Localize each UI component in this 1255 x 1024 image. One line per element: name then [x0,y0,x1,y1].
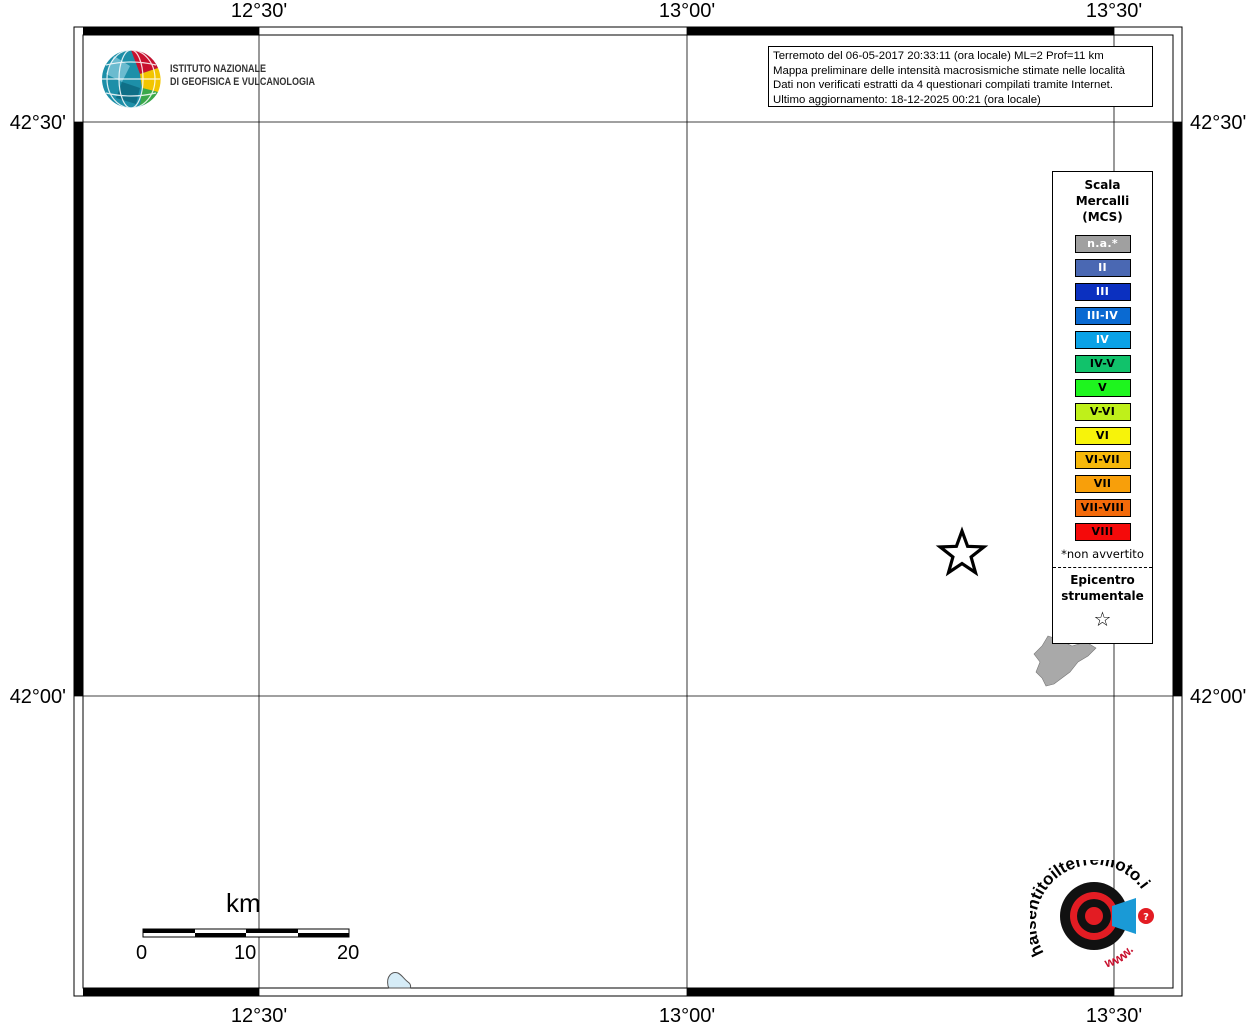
legend-title: Scala Mercalli (MCS) [1053,177,1152,225]
scale-bar [142,928,350,938]
legend-item: n.a.* [1074,235,1131,253]
scale-label: 10 [234,942,257,964]
scale-label: 20 [337,942,360,964]
legend-item: VII [1074,475,1131,493]
legend-item: VIII [1074,523,1131,541]
globe-icon [102,49,161,109]
legend-epi-line: Epicentro [1070,573,1135,587]
legend-title-line: Mercalli [1075,194,1130,208]
logo-line: DI GEOFISICA E VULCANOLOGIA [170,76,315,88]
bottom-tick: 13°30' [1086,1005,1142,1024]
left-tick: 42°30' [10,112,66,134]
logo-line: ISTITUTO NAZIONALE [170,63,267,75]
event-info-box: Terremoto del 06-05-2017 20:33:11 (ora l… [768,46,1153,107]
left-tick: 42°00' [10,686,66,708]
bottom-tick: 12°30' [231,1005,287,1024]
legend-item: V-VI [1074,403,1131,421]
right-tick: 42°00' [1190,686,1246,708]
info-line: Dati non verificati estratti da 4 questi… [773,79,1113,91]
bottom-tick: 13°00' [659,1005,715,1024]
legend-title-line: (MCS) [1082,210,1123,224]
haisentito-badge[interactable]: haisentitoilterremoto.it www. ? [1030,860,1160,975]
star-icon: ☆ [1093,607,1112,631]
legend-item: II [1074,259,1131,277]
top-tick: 12°30' [231,0,287,22]
info-line: Mappa preliminare delle intensità macros… [773,64,1126,77]
legend-item: VI [1074,427,1131,445]
top-tick: 13°00' [659,0,715,22]
info-line: Ultimo aggiornamento: 18-12-2025 00:21 (… [773,93,1041,106]
legend-epicenter-label: Epicentro strumentale [1053,572,1152,604]
map-frame [82,34,1174,989]
legend-items: n.a.* II III III-IV IV IV-V V V-VI VI VI-VII VII VI… [1053,235,1152,541]
legend-title-line: Scala [1084,178,1121,192]
legend-item: III-IV [1074,307,1131,325]
legend-item: VII-VIII [1074,499,1131,517]
info-line: Terremoto del 06-05-2017 20:33:11 (ora l… [773,50,1104,62]
top-tick: 13°30' [1086,0,1142,22]
legend-note: *non avvertito [1061,547,1144,561]
ingv-logo-text: ISTITUTO NAZIONALE DI GEOFISICA E VULCAN… [170,63,315,89]
legend-item: V [1074,379,1131,397]
svg-text:?: ? [1143,912,1149,923]
legend-item: III [1074,283,1131,301]
right-tick: 42°30' [1190,112,1246,134]
legend-epi-line: strumentale [1061,589,1144,603]
legend-divider [1053,567,1152,568]
scale-unit: km [226,888,261,918]
intensity-legend: Scala Mercalli (MCS) n.a.* II III III-IV IV I… [1052,171,1153,644]
legend-item: VI-VII [1074,451,1131,469]
scale-label: 0 [136,942,148,964]
legend-item: IV-V [1074,355,1131,373]
legend-item: IV [1074,331,1131,349]
ingv-logo: ISTITUTO NAZIONALE DI GEOFISICA E VULCAN… [100,48,330,110]
